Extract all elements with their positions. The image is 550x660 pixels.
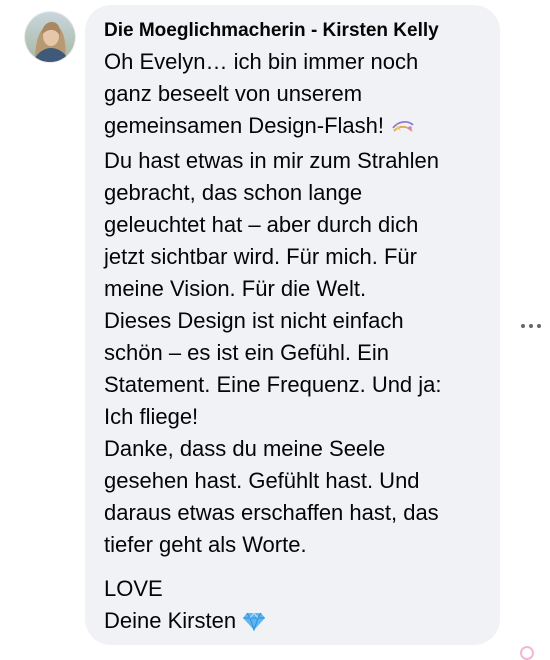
avatar[interactable] bbox=[25, 12, 75, 62]
sparkles-icon bbox=[390, 113, 416, 145]
comment-line: jetzt sichtbar wird. Für mich. Für bbox=[104, 244, 417, 269]
reaction-icon[interactable] bbox=[520, 646, 534, 660]
dot bbox=[537, 324, 541, 328]
comment-bubble: Die Moeglichmacherin - Kirsten Kelly Oh … bbox=[85, 5, 500, 645]
dot bbox=[521, 324, 525, 328]
comment-line: gebracht, das schon lange bbox=[104, 180, 363, 205]
comment-line-text: gemeinsamen Design-Flash! bbox=[104, 113, 385, 138]
comment-line: meine Vision. Für die Welt. bbox=[104, 276, 367, 301]
comment-line: daraus etwas erschaffen hast, das bbox=[104, 500, 439, 525]
dot bbox=[529, 324, 533, 328]
comment-line: Ich fliege! bbox=[104, 404, 199, 429]
gem-stone-icon bbox=[242, 608, 266, 640]
comment-line: ganz beseelt von unserem bbox=[104, 81, 363, 106]
comment-author-name[interactable]: Die Moeglichmacherin - Kirsten Kelly bbox=[104, 19, 484, 43]
more-options-icon[interactable] bbox=[516, 316, 546, 336]
comment-line-text: Deine Kirsten bbox=[104, 608, 237, 633]
comment-line: LOVE bbox=[104, 576, 163, 601]
comment-line: tiefer geht als Worte. bbox=[104, 532, 307, 557]
comment-line: gemeinsamen Design-Flash! bbox=[104, 110, 484, 145]
comment-line: Deine Kirsten bbox=[104, 605, 484, 640]
comment-line: Du hast etwas in mir zum Strahlen bbox=[104, 148, 440, 173]
comment-line: Statement. Eine Frequenz. Und ja: bbox=[104, 372, 442, 397]
comment-line: schön – es ist ein Gefühl. Ein bbox=[104, 340, 389, 365]
comment-text: Oh Evelyn… ich bin immer noch ganz besee… bbox=[104, 46, 484, 640]
comment-line: geleuchtet hat – aber durch dich bbox=[104, 212, 419, 237]
comment-line: gesehen hast. Gefühlt hast. Und bbox=[104, 468, 420, 493]
comment-line: Oh Evelyn… ich bin immer noch bbox=[104, 49, 419, 74]
profile-photo-icon bbox=[25, 12, 75, 62]
comment-line: Danke, dass du meine Seele bbox=[104, 436, 386, 461]
comment-line: Dieses Design ist nicht einfach bbox=[104, 308, 404, 333]
